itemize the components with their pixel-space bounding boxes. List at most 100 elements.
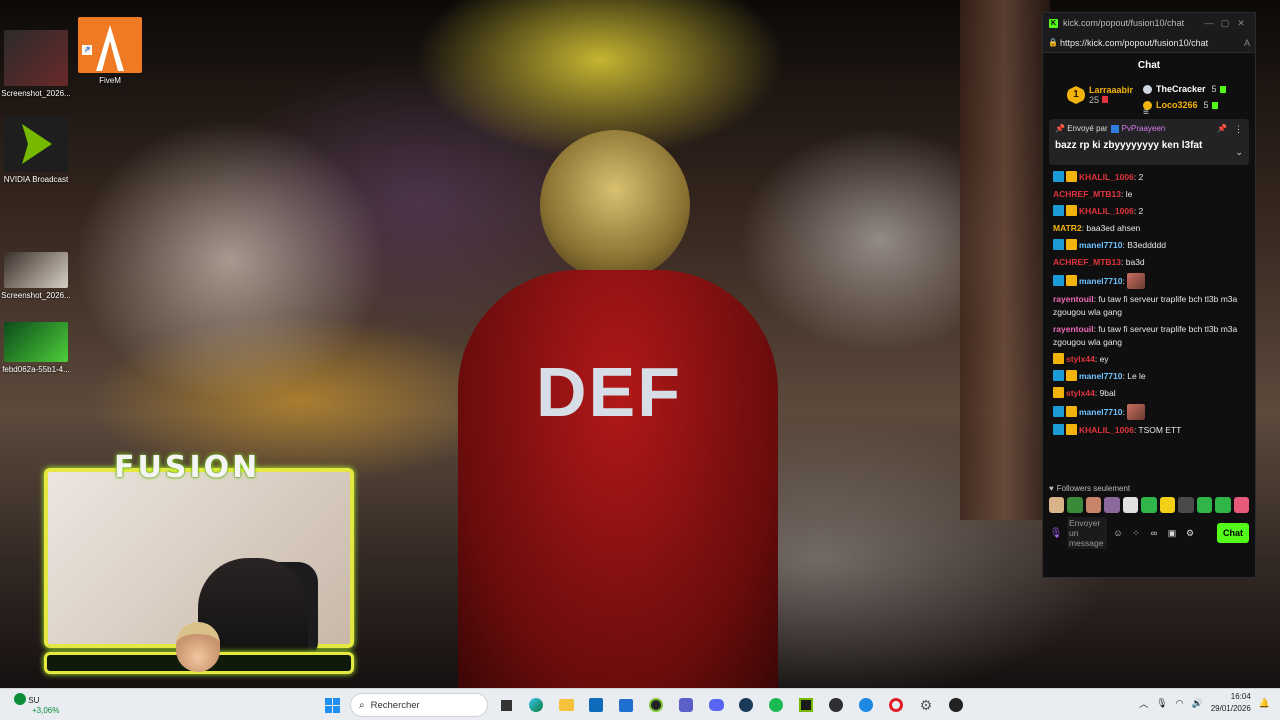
volume-icon[interactable]: 🔊 (1192, 698, 1203, 709)
steam-icon[interactable] (734, 693, 758, 717)
chat-username[interactable]: KHALIL_1006 (1079, 172, 1134, 182)
chat-message[interactable]: KHALIL_1006: TSOM ETT (1053, 424, 1245, 437)
file-explorer-icon[interactable] (554, 693, 578, 717)
chat-message[interactable]: rayentouil: fu taw fi serveur traplife b… (1053, 323, 1245, 349)
site-info-icon[interactable]: 🔒 (1048, 38, 1060, 47)
leaderboard-toggle-icon[interactable]: ≡ (1143, 107, 1149, 118)
emote-icon[interactable] (1104, 497, 1120, 513)
leaderboard-row[interactable]: TheCracker 5 (1143, 81, 1226, 97)
store-icon[interactable]: ▣ (1165, 528, 1179, 539)
emoji-icon[interactable]: ☺ (1111, 528, 1125, 538)
chat-message[interactable]: MATR2: baa3ed ahsen (1053, 222, 1245, 235)
opera-icon[interactable] (884, 693, 908, 717)
minimize-button[interactable]: — (1201, 18, 1217, 28)
xbox-icon[interactable] (644, 693, 668, 717)
chat-message[interactable]: rayentouil: fu taw fi serveur traplife b… (1053, 293, 1245, 319)
emote-icon[interactable] (1159, 497, 1176, 513)
pinned-sender-name[interactable]: PvPraayeen (1122, 124, 1166, 133)
desktop-icon-fivem[interactable]: ↗ FiveM (74, 17, 146, 85)
kicks-icon[interactable]: ⁘ (1129, 528, 1143, 539)
spotify-icon[interactable] (764, 693, 788, 717)
chat-username[interactable]: rayentouil (1053, 294, 1094, 304)
emote-icon[interactable] (1233, 497, 1249, 513)
task-view-icon[interactable] (494, 693, 518, 717)
emote-icon[interactable] (1085, 497, 1102, 513)
emote-icon[interactable] (1067, 497, 1083, 513)
chat-username[interactable]: ACHREF_MTB13 (1053, 189, 1121, 199)
emote-icon[interactable] (1178, 497, 1194, 513)
chat-message[interactable]: manel7710: (1053, 273, 1245, 289)
pinned-message[interactable]: 📌 Envoyé par PvPraayeen bazz rp ki zbyyy… (1049, 119, 1249, 165)
chat-username[interactable]: ACHREF_MTB13 (1053, 257, 1121, 267)
window-titlebar[interactable]: K kick.com/popout/fusion10/chat — ▢ ✕ (1043, 13, 1255, 33)
chat-username[interactable]: manel7710 (1079, 276, 1122, 286)
chat-message[interactable]: manel7710: B3eddddd (1053, 239, 1245, 252)
taskbar-search[interactable]: ⌕ Rechercher (350, 693, 488, 717)
outlook-icon[interactable] (584, 693, 608, 717)
chat-username[interactable]: stylx44 (1066, 388, 1095, 398)
chat-username[interactable]: stylx44 (1066, 354, 1095, 364)
microphone-tray-icon[interactable]: 🎙 (1156, 698, 1167, 709)
chat-username[interactable]: manel7710 (1079, 371, 1122, 381)
read-aloud-icon[interactable]: A (1244, 38, 1250, 48)
discord-icon[interactable] (704, 693, 728, 717)
media-player-icon[interactable] (944, 693, 968, 717)
chat-username[interactable]: manel7710 (1079, 240, 1122, 250)
close-button[interactable]: ✕ (1233, 18, 1249, 29)
chat-message[interactable]: KHALIL_1006: 2 (1053, 205, 1245, 218)
chat-message[interactable]: stylx44: 9bal (1053, 387, 1245, 400)
obs-icon[interactable] (824, 693, 848, 717)
nvidia-icon[interactable] (794, 693, 818, 717)
chat-message[interactable]: stylx44: ey (1053, 353, 1245, 366)
chat-message[interactable]: ACHREF_MTB13: le (1053, 188, 1245, 201)
emote-icon[interactable] (1122, 497, 1139, 513)
emote-icon[interactable] (1141, 497, 1157, 513)
stock-widget[interactable]: SU +3,06% (14, 693, 59, 716)
emote-icon[interactable] (1215, 497, 1231, 513)
message-input[interactable]: Envoyer un message (1067, 517, 1107, 549)
leaderboard-others: TheCracker 5 Loco3266 5 (1143, 81, 1226, 113)
desktop-icon-screenshot-2[interactable]: Screenshot_2026... (0, 252, 72, 300)
vpn-icon[interactable] (854, 693, 878, 717)
leaderboard-row[interactable]: Loco3266 5 (1143, 97, 1226, 113)
chat-messages[interactable]: KHALIL_1006: 2 ACHREF_MTB13: le KHALIL_100… (1043, 165, 1255, 481)
emote-icon[interactable] (1049, 497, 1065, 513)
og-badge-icon (1053, 370, 1064, 381)
wifi-icon[interactable]: ◠ (1176, 698, 1184, 709)
chat-username[interactable]: MATR2 (1053, 223, 1082, 233)
settings-icon[interactable]: ⚙ (914, 693, 938, 717)
start-button[interactable] (320, 693, 344, 717)
chat-username[interactable]: rayentouil (1053, 324, 1094, 334)
desktop-icon-nvidia-broadcast[interactable]: NVIDIA Broadcast (0, 116, 72, 184)
infinity-icon[interactable]: ∞ (1147, 528, 1161, 538)
desktop-icon-screenshot-1[interactable]: Screenshot_2026... (0, 30, 72, 98)
microphone-icon[interactable]: 🎙 (1049, 528, 1063, 539)
microsoft-store-icon[interactable] (614, 693, 638, 717)
leaderboard-first[interactable]: 1 Larraaabir 25 (1067, 85, 1133, 105)
subscriber-crown-icon (1066, 171, 1077, 182)
settings-gear-icon[interactable]: ⚙ (1183, 528, 1197, 539)
emote-icon[interactable] (1196, 497, 1213, 513)
clock[interactable]: 16:04 29/01/2026 (1211, 691, 1251, 715)
chat-message-text: 2 (1138, 172, 1144, 182)
notifications-icon[interactable]: 🔔 (1259, 698, 1270, 709)
maximize-button[interactable]: ▢ (1217, 18, 1233, 29)
send-chat-button[interactable]: Chat (1217, 523, 1249, 543)
chat-username[interactable]: manel7710 (1079, 407, 1122, 417)
chat-message[interactable]: ACHREF_MTB13: ba3d (1053, 256, 1245, 269)
expand-chevron-icon[interactable]: ⌄ (1235, 147, 1243, 158)
chat-message[interactable]: manel7710: Le le (1053, 370, 1245, 383)
address-bar[interactable]: 🔒 https://kick.com/popout/fusion10/chat … (1043, 33, 1255, 53)
url-text[interactable]: https://kick.com/popout/fusion10/chat (1060, 38, 1244, 48)
desktop-icon-image[interactable]: febd062a-55b1-4... (0, 322, 72, 374)
chat-username[interactable]: KHALIL_1006 (1079, 425, 1134, 435)
chat-message[interactable]: manel7710: (1053, 404, 1245, 420)
teams-icon[interactable] (674, 693, 698, 717)
edge-icon[interactable] (524, 693, 548, 717)
unpin-icon[interactable]: 📌 (1217, 124, 1227, 133)
chat-username[interactable]: KHALIL_1006 (1079, 206, 1134, 216)
tray-overflow-icon[interactable]: ︿ (1139, 697, 1148, 710)
more-options-icon[interactable]: ⋮ (1234, 124, 1243, 135)
chat-message[interactable]: KHALIL_1006: 2 (1053, 171, 1245, 184)
overlay-logo: FUSION (114, 450, 261, 485)
